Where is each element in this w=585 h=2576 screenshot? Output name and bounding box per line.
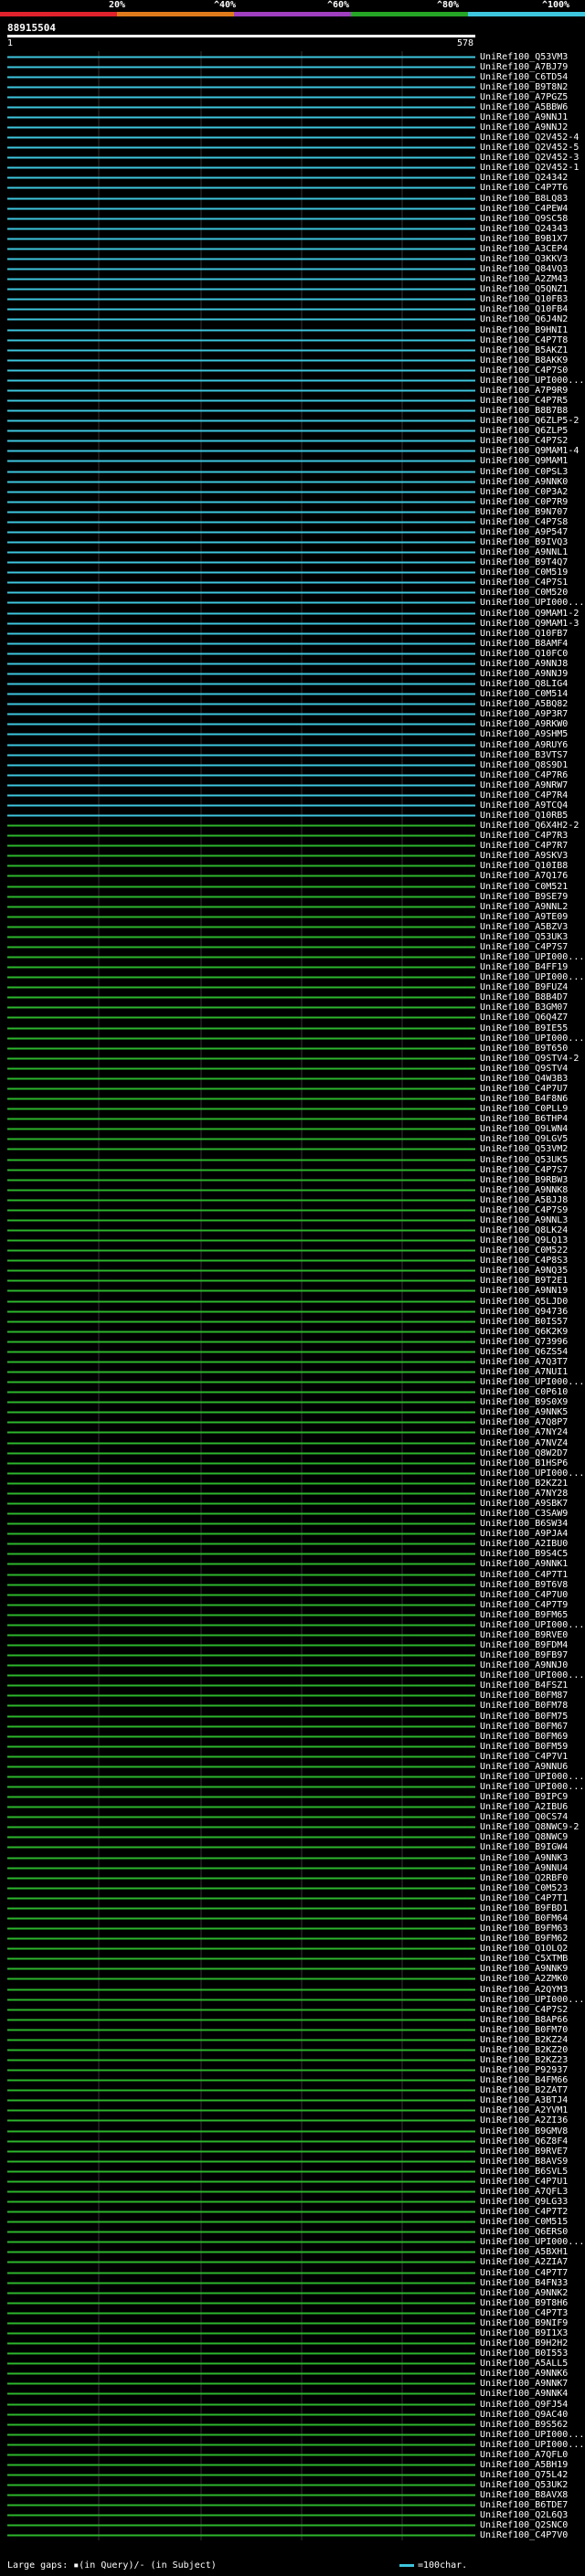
hit-label[interactable]: UniRef100_A2ZI36: [480, 2115, 584, 2126]
hit-label[interactable]: UniRef100_A2ZIA7: [480, 2257, 584, 2268]
hit-labels: UniRef100_Q53VM3 UniRef100_A7BJ79 UniRef10…: [0, 0, 585, 2576]
large-gaps-legend: Large gaps: ▪(in Query)/- (in Subject): [7, 2560, 217, 2571]
hit-label[interactable]: UniRef100_A9NN19: [480, 1286, 584, 1297]
hit-label[interactable]: UniRef100_Q6Q4Z7: [480, 1012, 584, 1023]
hit-label[interactable]: UniRef100_C4P7T6: [480, 183, 584, 194]
footer-legend: Large gaps: ▪(in Query)/- (in Subject) =…: [0, 2549, 585, 2576]
hit-label[interactable]: UniRef100_B0FM78: [480, 1701, 584, 1712]
hit-label[interactable]: UniRef100_A7Q176: [480, 871, 584, 882]
legend-scale-text: =100char.: [418, 2560, 468, 2571]
hit-label[interactable]: UniRef100_A9SHM5: [480, 729, 584, 740]
hit-label[interactable]: UniRef100_A9NNK4: [480, 2389, 584, 2400]
legend-swatch: [399, 2564, 414, 2567]
hit-label[interactable]: UniRef100_Q53VM2: [480, 1144, 584, 1155]
hit-label[interactable]: UniRef100_UPI000...: [480, 598, 584, 609]
hit-label[interactable]: UniRef100_C4P7V0: [480, 2530, 584, 2541]
hit-label[interactable]: UniRef100_A9NNK1: [480, 1559, 584, 1570]
hit-label[interactable]: UniRef100_A2ZMK0: [480, 1974, 584, 1985]
hit-label[interactable]: UniRef100_Q9MAM1: [480, 456, 584, 467]
hit-label[interactable]: UniRef100_Q6J4N2: [480, 314, 584, 325]
hit-label[interactable]: UniRef100_A7NY24: [480, 1427, 584, 1438]
hit-label[interactable]: UniRef100_B9IGW4: [480, 1842, 584, 1853]
